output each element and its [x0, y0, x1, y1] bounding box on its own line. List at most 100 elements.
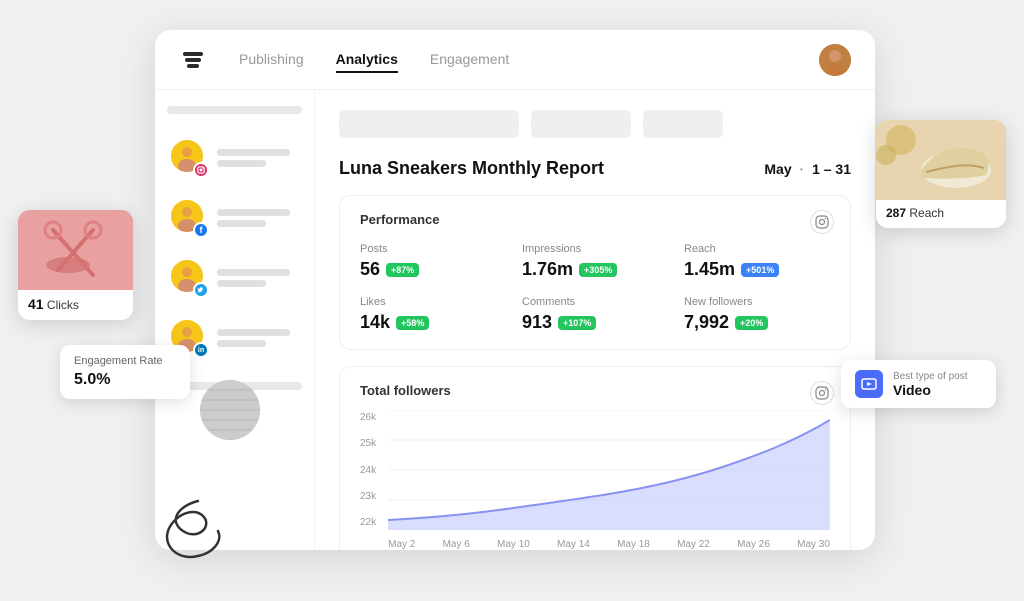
sidebar-text-twitter	[217, 269, 298, 287]
metric-comments-value: 913	[522, 312, 552, 333]
instagram-badge	[193, 162, 209, 178]
y-label-26k: 26k	[360, 412, 376, 423]
performance-grid: Posts 56 +87% Impressions 1.76m +305%	[360, 243, 830, 333]
sidebar-item-facebook[interactable]: f	[167, 194, 302, 242]
tab-analytics[interactable]: Analytics	[336, 47, 398, 73]
filter-pill-date[interactable]	[339, 110, 519, 138]
metric-likes: Likes 14k +58%	[360, 296, 506, 333]
followers-card: Total followers 26k 25k 24k 23k	[339, 366, 851, 550]
best-post-icon	[855, 370, 883, 398]
metric-posts-badge: +87%	[386, 263, 419, 277]
sidebar-item-twitter[interactable]	[167, 254, 302, 302]
sidebar-text-facebook	[217, 209, 298, 227]
metric-reach-value-row: 1.45m +501%	[684, 259, 830, 280]
clicks-card-image	[18, 210, 133, 290]
text-line-2	[217, 160, 266, 167]
metric-likes-label: Likes	[360, 296, 506, 308]
metric-impressions-label: Impressions	[522, 243, 668, 255]
best-post-label: Best type of post	[893, 371, 968, 382]
float-engagement-card: Engagement Rate 5.0%	[60, 345, 190, 399]
metric-reach-badge: +501%	[741, 263, 779, 277]
x-label-may18: May 18	[617, 539, 650, 550]
metric-likes-badge: +58%	[396, 316, 429, 330]
metric-followers-badge: +20%	[735, 316, 768, 330]
metric-followers-label: New followers	[684, 296, 830, 308]
x-label-may2: May 2	[388, 539, 415, 550]
metric-new-followers: New followers 7,992 +20%	[684, 296, 830, 333]
metric-impressions-value-row: 1.76m +305%	[522, 259, 668, 280]
reach-card-image	[876, 120, 1006, 200]
reach-card-label: 287 Reach	[876, 200, 1006, 228]
text-line-1	[217, 269, 290, 276]
metric-reach-value: 1.45m	[684, 259, 735, 280]
float-clicks-card: 41 Clicks	[18, 210, 133, 320]
metric-likes-value-row: 14k +58%	[360, 312, 506, 333]
engagement-rate-value: 5.0%	[74, 371, 176, 389]
decorative-circle	[200, 380, 260, 440]
clicks-image-svg	[18, 210, 133, 290]
metric-reach-label: Reach	[684, 243, 830, 255]
filter-pill-network[interactable]	[531, 110, 631, 138]
metric-followers-value-row: 7,992 +20%	[684, 312, 830, 333]
main-dashboard-card: Publishing Analytics Engagement	[155, 30, 875, 550]
metric-posts-value: 56	[360, 259, 380, 280]
facebook-badge: f	[193, 222, 209, 238]
tab-publishing[interactable]: Publishing	[239, 47, 304, 73]
text-line-1	[217, 329, 290, 336]
text-line-2	[217, 220, 266, 227]
metric-followers-value: 7,992	[684, 312, 729, 333]
twitter-badge	[193, 282, 209, 298]
x-axis: May 2 May 6 May 10 May 14 May 18 May 22 …	[388, 539, 830, 550]
instagram-platform-icon	[810, 210, 834, 234]
decorative-squiggle	[158, 496, 238, 571]
clicks-card-label: 41 Clicks	[18, 290, 133, 320]
linkedin-badge: in	[193, 342, 209, 358]
x-label-may22: May 22	[677, 539, 710, 550]
report-title: Luna Sneakers Monthly Report	[339, 158, 604, 179]
text-line-1	[217, 209, 290, 216]
avatar-stack-twitter	[171, 260, 207, 296]
followers-instagram-icon	[810, 381, 834, 405]
best-post-text: Best type of post Video	[893, 371, 968, 398]
metric-posts-label: Posts	[360, 243, 506, 255]
metric-reach: Reach 1.45m +501%	[684, 243, 830, 280]
performance-title: Performance	[360, 212, 830, 227]
metric-posts-value-row: 56 +87%	[360, 259, 506, 280]
x-label-may6: May 6	[443, 539, 470, 550]
reach-count: 287	[886, 206, 906, 220]
clicks-count: 41	[28, 296, 44, 312]
y-label-24k: 24k	[360, 465, 376, 476]
text-line-1	[217, 149, 290, 156]
chart-container: 26k 25k 24k 23k 22k	[360, 410, 830, 550]
nav-bar: Publishing Analytics Engagement	[155, 30, 875, 90]
chart-wrapper: May 2 May 6 May 10 May 14 May 18 May 22 …	[388, 410, 830, 550]
report-month: May	[764, 161, 791, 177]
metric-posts: Posts 56 +87%	[360, 243, 506, 280]
x-label-may30: May 30	[797, 539, 830, 550]
sidebar-text-instagram	[217, 149, 298, 167]
filter-row	[339, 110, 851, 138]
avatar-stack-facebook: f	[171, 200, 207, 236]
followers-chart-svg	[388, 410, 830, 530]
filter-pill-type[interactable]	[643, 110, 723, 138]
x-label-may10: May 10	[497, 539, 530, 550]
metric-impressions-badge: +305%	[579, 263, 617, 277]
metric-impressions-value: 1.76m	[522, 259, 573, 280]
best-post-value: Video	[893, 382, 968, 398]
user-avatar[interactable]	[819, 44, 851, 76]
engagement-rate-title: Engagement Rate	[74, 355, 176, 367]
y-label-22k: 22k	[360, 517, 376, 528]
metric-comments-value-row: 913 +107%	[522, 312, 668, 333]
report-header: Luna Sneakers Monthly Report May · 1 – 3…	[339, 158, 851, 179]
metric-comments-badge: +107%	[558, 316, 596, 330]
performance-card: Performance Posts 56 +87%	[339, 195, 851, 350]
sidebar-item-instagram[interactable]	[167, 134, 302, 182]
float-reach-card: 287 Reach	[876, 120, 1006, 228]
nav-tabs: Publishing Analytics Engagement	[239, 47, 787, 73]
main-content: Luna Sneakers Monthly Report May · 1 – 3…	[315, 90, 875, 550]
float-best-post-card: Best type of post Video	[841, 360, 996, 408]
report-date: May · 1 – 31	[764, 161, 851, 177]
report-range: 1 – 31	[812, 161, 851, 177]
followers-title: Total followers	[360, 383, 830, 398]
tab-engagement[interactable]: Engagement	[430, 47, 509, 73]
